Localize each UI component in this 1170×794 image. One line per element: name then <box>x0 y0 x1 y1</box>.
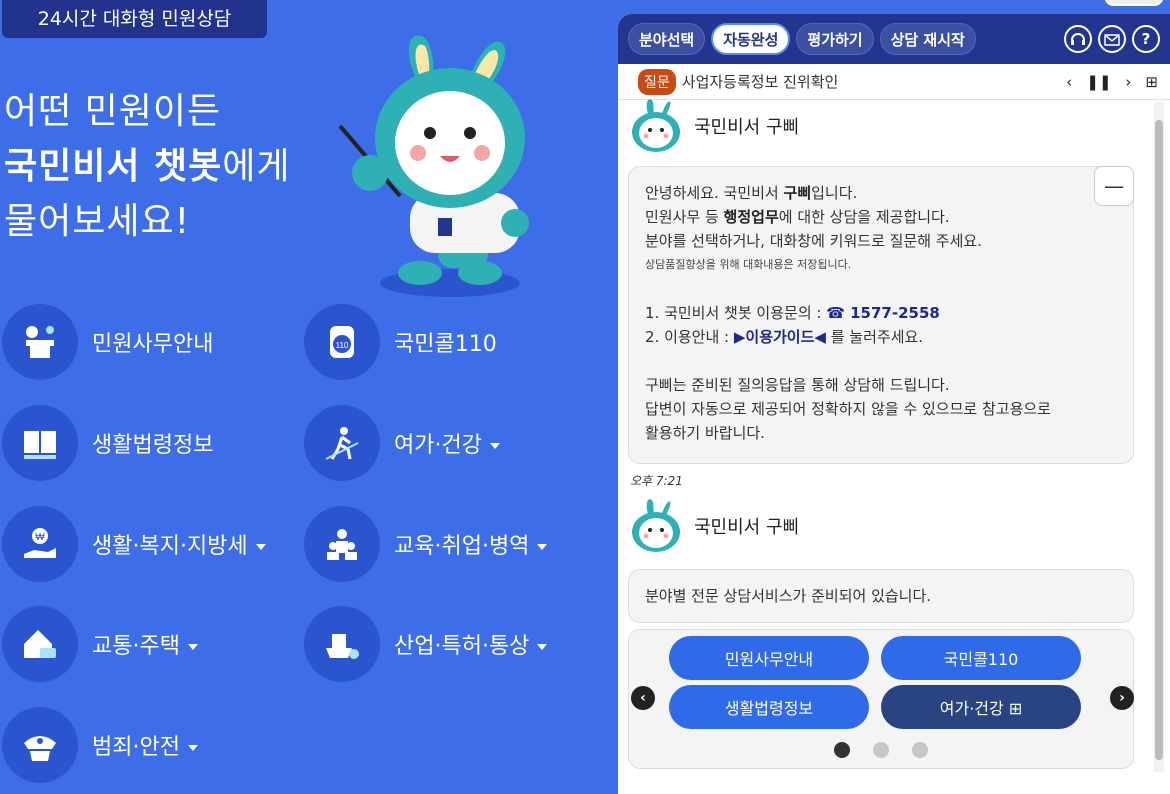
counter-icon <box>2 304 78 380</box>
carousel-next-icon[interactable]: › <box>1110 686 1134 710</box>
chevron-down-icon <box>187 745 198 751</box>
question-tag: 질문 <box>638 68 676 95</box>
house-car-icon <box>2 606 78 682</box>
bot-avatar-icon <box>632 99 680 152</box>
service-badge: 24시간 대화형 민원상담 <box>2 0 267 38</box>
service-message: 분야별 전문 상담서비스가 준비되어 있습니다. <box>628 569 1134 623</box>
bot-name: 국민비서 구삐 <box>694 517 800 538</box>
menu-item-label: 생활·복지·지방세 <box>92 528 266 560</box>
phone-110-icon: 110 <box>304 304 380 380</box>
law-book-icon <box>2 405 78 481</box>
graduates-icon <box>304 506 380 582</box>
next-icon[interactable]: › <box>1125 73 1131 91</box>
menu-item-civil-affairs[interactable]: 민원사무안내 <box>2 302 213 382</box>
menu-item-crime-safety[interactable]: 범죄·안전 <box>2 705 198 785</box>
menu-item-transport-housing[interactable]: 교통·주택 <box>2 604 198 684</box>
menu-item-edu-job-military[interactable]: 교육·취업·병역 <box>304 504 548 584</box>
minimize-icon[interactable]: — <box>1094 166 1134 206</box>
carousel-dot[interactable] <box>912 742 928 758</box>
mail-icon[interactable] <box>1098 25 1126 53</box>
carousel-dot[interactable] <box>834 742 850 758</box>
chat-messages: 국민비서 구삐 — 안녕하세요. 국민비서 구삐입니다. 민원사무 등 행정업무… <box>618 99 1170 794</box>
phone-link[interactable]: ☎ 1577-2558 <box>826 304 940 322</box>
ship-award-icon <box>304 606 380 682</box>
tab-restart[interactable]: 상담 재시작 <box>879 23 976 55</box>
menu-item-leisure-health[interactable]: 여가·건강 <box>304 403 500 483</box>
help-icon[interactable]: ? <box>1132 25 1160 53</box>
menu-item-law-info[interactable]: 생활법령정보 <box>2 403 213 483</box>
hiking-icon <box>304 405 380 481</box>
prev-icon[interactable]: ‹ <box>1066 73 1072 91</box>
tab-field-select[interactable]: 분야선택 <box>628 23 706 55</box>
svg-text:₩: ₩ <box>35 532 45 543</box>
headline: 어떤 민원이든 국민비서 챗봇에게 물어보세요! <box>4 84 291 249</box>
police-cap-icon <box>2 707 78 783</box>
scrollbar-thumb[interactable] <box>1155 120 1163 760</box>
question-bar: 질문 사업자등록정보 진위확인 ‹ ❚❚ › ⊞ <box>618 64 1170 100</box>
tab-autocomplete[interactable]: 자동완성 <box>711 23 791 55</box>
bot-avatar-icon <box>632 499 680 552</box>
bot-header: 국민비서 구삐 <box>626 96 799 156</box>
chevron-down-icon <box>255 544 266 550</box>
mascot-rabbit-icon <box>338 35 529 297</box>
question-text[interactable]: 사업자등록정보 진위확인 <box>682 71 839 92</box>
scrollbar[interactable] <box>1154 102 1164 772</box>
left-panel: 24시간 대화형 민원상담 어떤 민원이든 국민비서 챗봇에게 물어보세요! 민… <box>0 0 618 794</box>
svg-text:110: 110 <box>336 341 349 350</box>
headline-bold: 국민비서 챗봇 <box>4 146 223 187</box>
headline-rest: 에게 <box>222 146 291 187</box>
quick-button-call-110[interactable]: 국민콜110 <box>881 636 1081 680</box>
chevron-down-icon <box>537 544 548 550</box>
bot-header: 국민비서 구삐 <box>626 496 799 556</box>
quick-button-law-info[interactable]: 생활법령정보 <box>669 685 869 729</box>
carousel-prev-icon[interactable]: ‹ <box>631 686 655 710</box>
chevron-down-icon <box>187 644 198 650</box>
quick-reply-carousel: ‹ 민원사무안내 국민콜110 생활법령정보 여가·건강 ⊞ › <box>628 629 1134 769</box>
chat-panel: 분야선택 자동완성 평가하기 상담 재시작 ? 질문 사업자등록정보 진위확인 … <box>618 14 1170 794</box>
headline-line2: 국민비서 챗봇에게 <box>4 139 291 194</box>
menu-item-label: 산업·특허·통상 <box>394 628 548 660</box>
expand-icon[interactable]: ⊞ <box>1145 73 1158 91</box>
question-controls: ‹ ❚❚ › ⊞ <box>1066 73 1158 91</box>
toolbar-icons: ? <box>1064 25 1160 53</box>
menu-item-label: 교통·주택 <box>92 628 198 660</box>
message-time: 오후 7:21 <box>630 474 683 488</box>
quick-button-leisure-health[interactable]: 여가·건강 ⊞ <box>881 685 1081 729</box>
headline-line3: 물어보세요! <box>4 201 191 242</box>
tab-evaluate[interactable]: 평가하기 <box>796 23 874 55</box>
bot-name: 국민비서 구삐 <box>694 117 800 138</box>
menu-item-label: 여가·건강 <box>394 427 500 459</box>
headset-icon[interactable] <box>1064 25 1092 53</box>
greeting-message: — 안녕하세요. 국민비서 구삐입니다. 민원사무 등 행정업무에 대한 상담을… <box>628 166 1134 464</box>
headline-line1: 어떤 민원이든 <box>4 91 222 132</box>
menu-item-label: 교육·취업·병역 <box>394 528 548 560</box>
menu-item-label: 범죄·안전 <box>92 729 198 761</box>
carousel-dot[interactable] <box>873 742 889 758</box>
menu-item-industry-patent-trade[interactable]: 산업·특허·통상 <box>304 604 548 684</box>
quick-button-civil-affairs[interactable]: 민원사무안내 <box>669 636 869 680</box>
menu-item-welfare-tax[interactable]: ₩ 생활·복지·지방세 <box>2 504 266 584</box>
chevron-down-icon <box>537 644 548 650</box>
pause-icon[interactable]: ❚❚ <box>1086 73 1111 91</box>
menu-item-label: 민원사무안내 <box>92 332 214 357</box>
chat-toolbar: 분야선택 자동완성 평가하기 상담 재시작 ? <box>618 14 1170 64</box>
menu-item-label: 국민콜110 <box>394 332 497 357</box>
menu-item-label: 생활법령정보 <box>92 433 214 458</box>
welfare-hand-icon: ₩ <box>2 506 78 582</box>
menu-item-call-110[interactable]: 110 국민콜110 <box>304 302 497 382</box>
chevron-down-icon <box>489 443 500 449</box>
window-corner <box>1104 0 1164 6</box>
guide-link[interactable]: ▶이용가이드◀ <box>734 328 826 346</box>
